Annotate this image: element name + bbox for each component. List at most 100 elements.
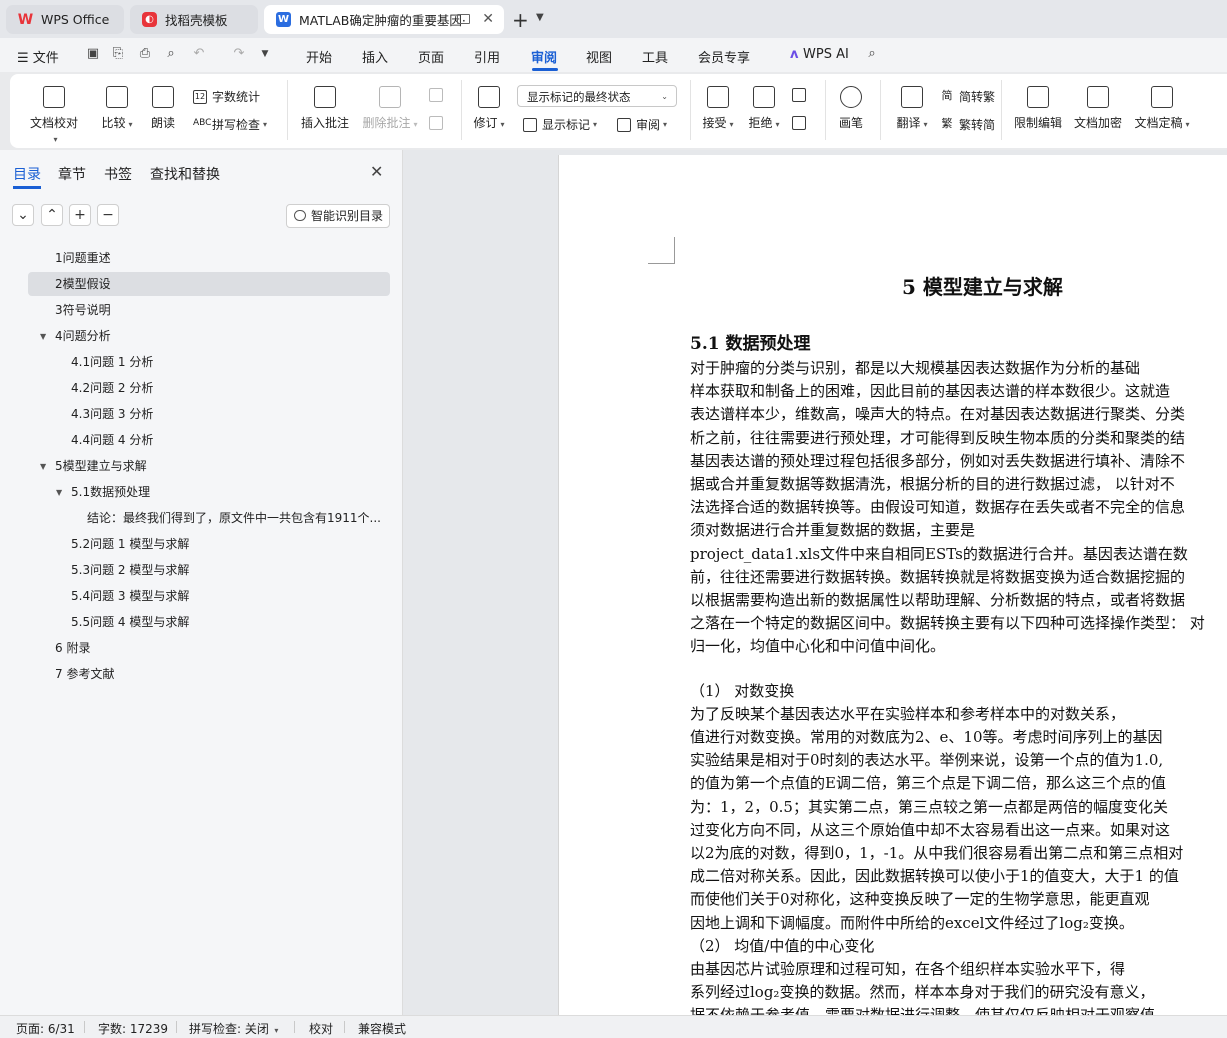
file-menu[interactable]: ☰ 文件 bbox=[17, 47, 59, 66]
toc-item[interactable]: 5.3问题 2 模型与求解 bbox=[28, 558, 390, 582]
proofread-status[interactable]: 校对 bbox=[309, 1020, 333, 1037]
page-corner-mark bbox=[648, 237, 675, 264]
page-indicator[interactable]: 页面: 6/31 bbox=[16, 1020, 75, 1037]
print-icon[interactable]: ⎙ bbox=[138, 47, 152, 61]
previous-change-button[interactable] bbox=[792, 88, 811, 102]
toc-item[interactable]: 5.4问题 3 模型与求解 bbox=[28, 584, 390, 608]
tab-wps-office[interactable]: W WPS Office bbox=[6, 5, 124, 34]
ribbon-divider bbox=[880, 80, 881, 140]
save-icon[interactable]: ▣ bbox=[86, 47, 100, 61]
close-tab-icon[interactable]: ✕ bbox=[482, 11, 494, 27]
undo-icon[interactable]: ↶ bbox=[192, 47, 206, 61]
toc-item[interactable]: 4.3问题 3 分析 bbox=[28, 402, 390, 426]
toc-item[interactable]: 6 附录 bbox=[28, 636, 390, 660]
proofread-button[interactable]: 文档校对▾ bbox=[28, 86, 80, 145]
wps-ai-button[interactable]: ʌ WPS AI bbox=[790, 47, 849, 62]
document-line: 归一化，均值中心化和中问值中间化。 bbox=[690, 637, 946, 656]
smart-toc-button[interactable]: 智能识别目录 bbox=[286, 204, 390, 228]
word-count-button[interactable]: 12 字数统计 bbox=[193, 88, 260, 105]
read-aloud-button[interactable]: 朗读 bbox=[148, 86, 178, 131]
tab-bookmarks[interactable]: 书签 bbox=[104, 164, 132, 184]
smart-recognize-icon bbox=[294, 210, 306, 221]
toc-item[interactable]: 结论：最终我们得到了，原文件中一共包含有1911个... bbox=[28, 506, 390, 530]
export-icon[interactable]: ⎘ bbox=[111, 47, 125, 61]
tab-label: 找稻壳模板 bbox=[165, 13, 228, 28]
toc-item[interactable]: 4.4问题 4 分析 bbox=[28, 428, 390, 452]
previous-comment-icon bbox=[429, 88, 443, 102]
toc-item[interactable]: 1问题重述 bbox=[28, 246, 390, 270]
document-line: 由基因芯片试验原理和过程可知，在各个组织样本实验水平下，得 bbox=[690, 960, 1126, 978]
spell-check-button[interactable]: ABC 拼写检查 ▾ bbox=[193, 116, 267, 133]
minus-icon: − bbox=[102, 207, 114, 223]
markup-state-select[interactable]: 显示标记的最终状态 ⌄ bbox=[517, 85, 677, 107]
next-change-button[interactable] bbox=[792, 116, 811, 130]
previous-comment-button[interactable] bbox=[429, 88, 448, 102]
document-line: 因地上调和下调幅度。而附件中所给的excel文件经过了log₂变换。 bbox=[690, 913, 1134, 932]
document-line: project_data1.xls文件中来自相同ESTs的数据进行合并。基因表达… bbox=[690, 544, 1188, 563]
toc-item-selected[interactable]: 2模型假设 bbox=[28, 272, 390, 296]
toc-item[interactable]: 4.1问题 1 分析 bbox=[28, 350, 390, 374]
delete-comment-button[interactable]: 删除批注 ▾ bbox=[360, 86, 420, 131]
toc-item[interactable]: 5模型建立与求解 bbox=[28, 454, 390, 478]
read-aloud-icon bbox=[152, 86, 174, 108]
menu-insert[interactable]: 插入 bbox=[362, 47, 388, 66]
toc-item[interactable]: 3符号说明 bbox=[28, 298, 390, 322]
traditional-to-simplified-button[interactable]: 繁繁转简 bbox=[940, 116, 996, 133]
toc-item[interactable]: 4.2问题 2 分析 bbox=[28, 376, 390, 400]
toc-item[interactable]: 4问题分析 bbox=[28, 324, 390, 348]
ribbon-divider bbox=[461, 80, 462, 140]
menu-review[interactable]: 审阅 bbox=[531, 47, 557, 66]
add-heading-button[interactable]: + bbox=[69, 204, 91, 226]
word-count-status[interactable]: 字数: 17239 bbox=[98, 1020, 168, 1037]
tab-chapters[interactable]: 章节 bbox=[58, 164, 86, 184]
active-tab-indicator bbox=[13, 186, 41, 189]
remove-heading-button[interactable]: − bbox=[97, 204, 119, 226]
menu-member[interactable]: 会员专享 bbox=[698, 47, 750, 66]
simplified-to-traditional-button[interactable]: 简简转繁 bbox=[940, 88, 996, 105]
search-icon[interactable]: ⌕ bbox=[865, 47, 879, 61]
tab-toc[interactable]: 目录 bbox=[13, 164, 41, 184]
document-page[interactable]: 5 模型建立与求解 5.1 数据预处理 对于肿瘤的分类与识别，都是以大规模基因表… bbox=[558, 155, 1227, 1015]
redo-icon[interactable]: ↷ bbox=[232, 47, 246, 61]
tab-find-replace[interactable]: 查找和替换 bbox=[150, 164, 220, 184]
spell-check-status[interactable]: 拼写检查: 关闭 ▾ bbox=[189, 1020, 278, 1037]
print-preview-icon[interactable]: ⌕ bbox=[164, 47, 178, 61]
expand-up-button[interactable]: ⌃ bbox=[41, 204, 63, 226]
restrict-editing-button[interactable]: 限制编辑 bbox=[1012, 86, 1064, 131]
reject-button[interactable]: 拒绝 ▾ bbox=[746, 86, 782, 131]
accept-button[interactable]: 接受 ▾ bbox=[700, 86, 736, 131]
collapse-all-button[interactable]: ⌄ bbox=[12, 204, 34, 226]
navigation-pane: 目录 章节 书签 查找和替换 ✕ ⌄ ⌃ + − 智能识别目录 1问题重述 2模… bbox=[0, 150, 403, 1015]
menu-references[interactable]: 引用 bbox=[474, 47, 500, 66]
monitor-icon[interactable] bbox=[457, 14, 470, 24]
toc-item[interactable]: 5.1数据预处理 bbox=[28, 480, 390, 504]
document-canvas[interactable]: 5 模型建立与求解 5.1 数据预处理 对于肿瘤的分类与识别，都是以大规模基因表… bbox=[403, 150, 1227, 1015]
encrypt-document-button[interactable]: 文档加密 bbox=[1072, 86, 1124, 131]
toc-item[interactable]: 5.2问题 1 模型与求解 bbox=[28, 532, 390, 556]
compare-button[interactable]: 比较 ▾ bbox=[98, 86, 136, 131]
close-icon[interactable]: ✕ bbox=[370, 162, 383, 181]
review-pane-button[interactable]: 审阅 ▾ bbox=[617, 116, 667, 133]
document-line: 据或合并重复数据等数据清洗，根据分析的目的进行数据过滤， 以针对不 bbox=[690, 475, 1175, 493]
tab-docer[interactable]: ◐ 找稻壳模板 bbox=[130, 5, 258, 34]
menu-view[interactable]: 视图 bbox=[586, 47, 612, 66]
track-changes-button[interactable]: 修订 ▾ bbox=[471, 86, 507, 131]
menu-page[interactable]: 页面 bbox=[418, 47, 444, 66]
toc-item[interactable]: 7 参考文献 bbox=[28, 662, 390, 686]
customize-toolbar-icon[interactable]: ▼ bbox=[258, 47, 272, 61]
menu-home[interactable]: 开始 bbox=[306, 47, 332, 66]
next-comment-button[interactable] bbox=[429, 116, 448, 130]
menu-tools[interactable]: 工具 bbox=[642, 47, 668, 66]
show-markup-button[interactable]: 显示标记 ▾ bbox=[523, 116, 597, 133]
new-tab-icon[interactable]: + bbox=[512, 8, 529, 32]
translate-button[interactable]: 翻译 ▾ bbox=[893, 86, 931, 131]
insert-comment-button[interactable]: 插入批注 bbox=[300, 86, 350, 131]
pen-icon bbox=[840, 86, 862, 108]
status-divider bbox=[294, 1021, 295, 1033]
insert-comment-label: 插入批注 bbox=[300, 116, 349, 130]
pen-button[interactable]: 画笔 bbox=[837, 86, 865, 131]
chevron-down-icon[interactable]: ▼ bbox=[536, 12, 544, 23]
toc-item[interactable]: 5.5问题 4 模型与求解 bbox=[28, 610, 390, 634]
finalize-document-button[interactable]: 文档定稿 ▾ bbox=[1132, 86, 1192, 131]
tab-document[interactable]: W MATLAB确定肿瘤的重要基因· ✕ bbox=[264, 5, 504, 34]
